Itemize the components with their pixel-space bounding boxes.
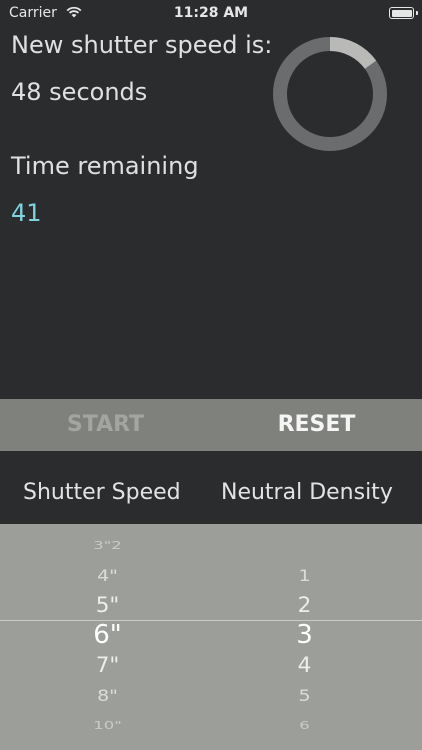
new-shutter-speed-value: 48 seconds bbox=[11, 78, 148, 106]
time-remaining-value: 41 bbox=[11, 199, 42, 227]
shutter-speed-item[interactable]: 5" bbox=[2, 593, 213, 618]
time-remaining-label: Time remaining bbox=[11, 152, 199, 180]
shutter-speed-item[interactable]: 4" bbox=[2, 567, 213, 585]
neutral-density-item[interactable]: 4 bbox=[199, 653, 410, 678]
shutter-speed-item[interactable]: 10" bbox=[2, 720, 213, 732]
shutter-speed-item[interactable]: 3"2 bbox=[2, 540, 213, 552]
neutral-density-header: Neutral Density bbox=[221, 480, 393, 505]
status-time: 11:28 AM bbox=[173, 5, 249, 21]
control-button-bar: START RESET bbox=[0, 399, 422, 451]
neutral-density-picker[interactable]: 123456 bbox=[211, 524, 422, 750]
new-shutter-speed-label: New shutter speed is: bbox=[11, 31, 273, 59]
picker-wheel[interactable]: 3"2 4" 5" 6" 7" 8" 10" 123456 bbox=[0, 524, 422, 750]
shutter-speed-item[interactable]: 6" bbox=[2, 620, 213, 650]
shutter-speed-picker[interactable]: 3"2 4" 5" 6" 7" 8" 10" bbox=[0, 524, 211, 750]
battery-icon bbox=[389, 7, 418, 19]
reset-button[interactable]: RESET bbox=[211, 399, 422, 451]
neutral-density-item[interactable]: 3 bbox=[199, 620, 410, 650]
shutter-speed-header: Shutter Speed bbox=[23, 480, 181, 505]
shutter-speed-item[interactable]: 8" bbox=[2, 687, 213, 705]
neutral-density-item[interactable]: 6 bbox=[199, 720, 410, 732]
neutral-density-item[interactable]: 2 bbox=[199, 593, 410, 618]
countdown-progress-ring bbox=[273, 37, 387, 151]
shutter-speed-item[interactable]: 7" bbox=[2, 653, 213, 678]
status-bar: Carrier 11:28 AM bbox=[0, 0, 422, 26]
neutral-density-item[interactable]: 1 bbox=[199, 567, 410, 585]
start-button[interactable]: START bbox=[0, 399, 211, 451]
neutral-density-item[interactable]: 5 bbox=[199, 687, 410, 705]
